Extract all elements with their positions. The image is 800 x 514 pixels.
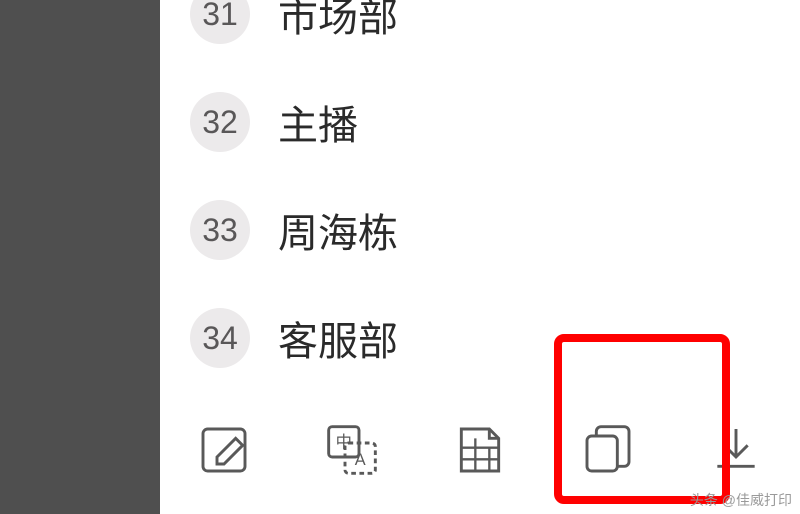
item-number-badge: 31 [190, 0, 250, 44]
edit-icon [196, 422, 252, 478]
item-label: 周海栋 [278, 201, 398, 259]
download-button[interactable] [702, 414, 770, 486]
list-item[interactable]: 34 客服部 [160, 284, 800, 392]
watermark: 头条 @佳威打印 [690, 490, 792, 510]
edit-button[interactable] [190, 414, 258, 486]
item-label: 市场部 [278, 0, 398, 43]
translate-button[interactable]: 中 A [318, 414, 386, 486]
list-item[interactable]: 32 主播 [160, 68, 800, 176]
list: 31 市场部 32 主播 33 周海栋 34 客服部 [160, 0, 800, 392]
list-item[interactable]: 33 周海栋 [160, 176, 800, 284]
translate-icon: 中 A [324, 422, 380, 478]
table-extract-icon [452, 422, 508, 478]
list-item[interactable]: 31 市场部 [160, 0, 800, 68]
dark-sidebar [0, 0, 160, 514]
extract-button[interactable] [446, 414, 514, 486]
main-panel: 31 市场部 32 主播 33 周海栋 34 客服部 中 [160, 0, 800, 514]
item-number-badge: 32 [190, 92, 250, 152]
item-number-badge: 33 [190, 200, 250, 260]
download-icon [708, 422, 764, 478]
copy-icon [580, 422, 636, 478]
item-label: 客服部 [278, 309, 398, 367]
svg-text:A: A [355, 451, 366, 469]
item-number-badge: 34 [190, 308, 250, 368]
toolbar: 中 A [190, 414, 770, 486]
item-label: 主播 [278, 93, 358, 151]
copy-button[interactable] [574, 414, 642, 486]
